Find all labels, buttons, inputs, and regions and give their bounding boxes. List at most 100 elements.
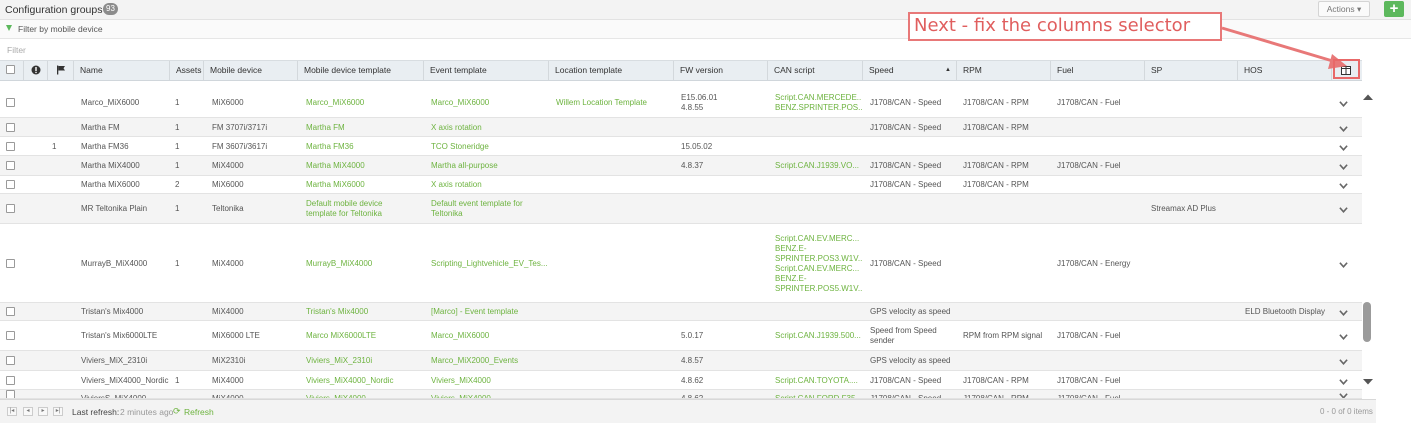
cell-event-template[interactable]: X axis rotation — [431, 118, 548, 137]
cell-device-template[interactable]: MurrayB_MiX4000 — [306, 224, 423, 303]
table-row[interactable]: Martha MiX6000 2 MiX6000 Martha MiX6000 X ax… — [0, 176, 1362, 194]
row-checkbox[interactable] — [6, 161, 15, 170]
cell-can[interactable]: Script.CAN.J1939.VO... — [775, 156, 862, 176]
cell-can[interactable] — [775, 194, 862, 224]
grid-filter-input[interactable]: Filter — [7, 45, 26, 55]
cell-can[interactable]: Script.CAN.EV.MERC... BENZ.E- SPRINTER.P… — [775, 224, 862, 303]
table-row[interactable]: MurrayB_MiX4000 1 MiX4000 MurrayB_MiX4000 Sc… — [0, 224, 1362, 303]
vertical-scrollbar[interactable] — [1362, 81, 1376, 401]
refresh-icon[interactable]: ⟳ — [173, 406, 181, 417]
column-header-mobile-device[interactable]: Mobile device — [204, 61, 298, 80]
scrollbar-thumb[interactable] — [1363, 302, 1371, 342]
cell-device-template[interactable]: Viviers_MiX4000 — [306, 390, 423, 398]
table-row[interactable]: Marco_MiX6000 1 MiX6000 Marco_MiX6000 Marco_… — [0, 88, 1362, 118]
row-checkbox[interactable] — [6, 204, 15, 213]
cell-device-template[interactable]: Viviers_MiX_2310i — [306, 351, 423, 371]
cell-event-template[interactable]: Scripting_Lightvehicle_EV_Tes... — [431, 224, 548, 303]
table-row[interactable]: Martha FM 1 FM 3707i/3717i Martha FM X axis … — [0, 118, 1362, 137]
column-header-fuel[interactable]: Fuel — [1051, 61, 1145, 80]
column-header-mobile-device-template[interactable]: Mobile device template — [298, 61, 424, 80]
cell-location-template[interactable] — [556, 176, 673, 194]
cell-event-template[interactable]: X axis rotation — [431, 176, 548, 194]
expand-row-chevron-icon[interactable] — [1339, 260, 1348, 270]
table-row[interactable]: Martha MiX4000 1 MiX4000 Martha MiX4000 Mart… — [0, 156, 1362, 176]
refresh-link[interactable]: Refresh — [184, 407, 214, 417]
cell-can[interactable] — [775, 137, 862, 156]
cell-location-template[interactable] — [556, 351, 673, 371]
cell-location-template[interactable] — [556, 194, 673, 224]
cell-can[interactable]: Script.CAN.J1939.500... — [775, 321, 862, 351]
row-checkbox[interactable] — [6, 307, 15, 316]
flag-column-header[interactable] — [48, 61, 74, 80]
cell-location-template[interactable] — [556, 371, 673, 390]
column-header-fw-version[interactable]: FW version — [674, 61, 768, 80]
cell-location-template[interactable] — [556, 137, 673, 156]
column-header-speed[interactable]: Speed ▲ — [863, 61, 957, 80]
cell-event-template[interactable]: Viviers_MiX4000 — [431, 390, 548, 398]
prev-page-icon[interactable]: ◂ — [23, 407, 33, 416]
expand-row-chevron-icon[interactable] — [1339, 181, 1348, 191]
cell-can[interactable] — [775, 303, 862, 321]
last-page-icon[interactable]: ▸| — [53, 407, 63, 416]
add-button[interactable]: + — [1384, 1, 1404, 17]
cell-device-template[interactable]: Martha MiX6000 — [306, 176, 423, 194]
row-checkbox[interactable] — [6, 331, 15, 340]
status-column-header[interactable] — [24, 61, 48, 80]
cell-location-template[interactable] — [556, 224, 673, 303]
cell-device-template[interactable]: Default mobile device template for Telto… — [306, 194, 423, 224]
cell-can[interactable]: Script.CAN.MERCEDE... BENZ.SPRINTER.POS.… — [775, 88, 862, 118]
expand-row-chevron-icon[interactable] — [1339, 205, 1348, 215]
expand-row-chevron-icon[interactable] — [1339, 308, 1348, 318]
cell-event-template[interactable]: Marco_MiX6000 — [431, 321, 548, 351]
table-row[interactable]: ViviersS_MiX4000 MiX4000 Viviers_MiX4000 Vi… — [0, 390, 1362, 399]
cell-device-template[interactable]: Martha MiX4000 — [306, 156, 423, 176]
cell-event-template[interactable]: TCO Stoneridge — [431, 137, 548, 156]
cell-device-template[interactable]: Marco_MiX6000 — [306, 88, 423, 118]
expand-row-chevron-icon[interactable] — [1339, 162, 1348, 172]
column-header-assets[interactable]: Assets — [170, 61, 204, 80]
cell-event-template[interactable]: Default event template for Teltonika — [431, 194, 548, 224]
row-checkbox[interactable] — [6, 142, 15, 151]
table-row[interactable]: Tristan's Mix4000 MiX4000 Tristan's Mix400… — [0, 303, 1362, 321]
scroll-down-arrow-icon[interactable] — [1362, 378, 1374, 386]
cell-location-template[interactable]: Willem Location Template — [556, 88, 673, 118]
table-row[interactable]: 1 Martha FM36 1 FM 3607i/3617i Martha FM36 TC… — [0, 137, 1362, 156]
column-header-rpm[interactable]: RPM — [957, 61, 1051, 80]
cell-location-template[interactable] — [556, 156, 673, 176]
cell-device-template[interactable]: Tristan's Mix4000 — [306, 303, 423, 321]
expand-row-chevron-icon[interactable] — [1339, 124, 1348, 134]
row-checkbox[interactable] — [6, 376, 15, 385]
expand-row-chevron-icon[interactable] — [1339, 357, 1348, 367]
cell-can[interactable]: Script.CAN.TOYOTA.... — [775, 371, 862, 390]
column-header-event-template[interactable]: Event template — [424, 61, 549, 80]
row-checkbox[interactable] — [6, 180, 15, 189]
cell-location-template[interactable] — [556, 303, 673, 321]
column-header-name[interactable]: Name — [74, 61, 170, 80]
scroll-up-arrow-icon[interactable] — [1362, 93, 1374, 101]
select-all-column[interactable] — [0, 61, 24, 80]
cell-device-template[interactable]: Martha FM36 — [306, 137, 423, 156]
actions-button[interactable]: Actions ▾ — [1318, 1, 1370, 17]
table-row[interactable]: Viviers_MiX_2310i MiX2310i Viviers_MiX_231… — [0, 351, 1362, 371]
table-row[interactable]: Tristan's Mix6000LTE MiX6000 LTE Marco MiX… — [0, 321, 1362, 351]
row-checkbox[interactable] — [6, 356, 15, 365]
cell-event-template[interactable]: [Marco] - Event template — [431, 303, 548, 321]
expand-row-chevron-icon[interactable] — [1339, 391, 1348, 399]
cell-device-template[interactable]: Martha FM — [306, 118, 423, 137]
column-header-can-script[interactable]: CAN script — [768, 61, 863, 80]
cell-event-template[interactable]: Marco_MiX2000_Events — [431, 351, 548, 371]
table-row[interactable]: MR Teltonika Plain 1 Teltonika Default mobi… — [0, 194, 1362, 224]
expand-row-chevron-icon[interactable] — [1339, 377, 1348, 387]
cell-device-template[interactable]: Viviers_MiX4000_Nordic — [306, 371, 423, 390]
cell-can[interactable] — [775, 351, 862, 371]
expand-row-chevron-icon[interactable] — [1339, 99, 1348, 109]
cell-location-template[interactable] — [556, 321, 673, 351]
cell-can[interactable] — [775, 176, 862, 194]
row-checkbox[interactable] — [6, 390, 15, 398]
filter-by-mobile-device[interactable]: Filter by mobile device — [18, 24, 103, 34]
cell-can[interactable]: Script.CAN.FORD.F35... — [775, 390, 862, 398]
select-all-checkbox[interactable] — [6, 65, 15, 74]
expand-row-chevron-icon[interactable] — [1339, 332, 1348, 342]
first-page-icon[interactable]: |◂ — [7, 407, 17, 416]
column-header-location-template[interactable]: Location template — [549, 61, 674, 80]
